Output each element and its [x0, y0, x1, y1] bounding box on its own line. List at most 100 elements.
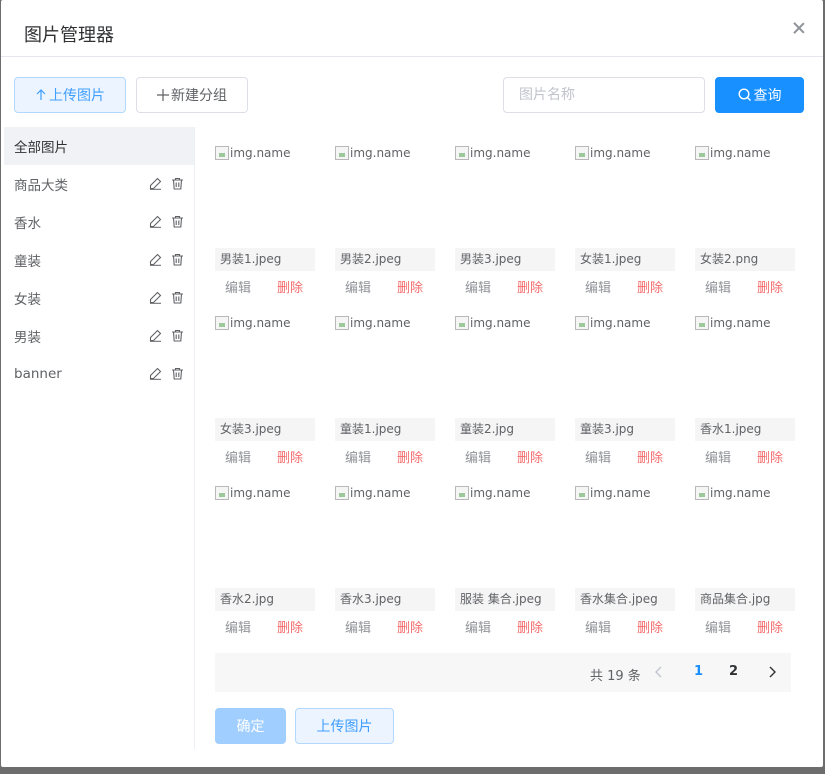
image-card[interactable]: img.name 服装 集合.jpeg 编辑 删除	[455, 478, 555, 638]
image-card[interactable]: img.name 香水集合.jpeg 编辑 删除	[575, 478, 675, 638]
close-icon[interactable]	[791, 20, 807, 36]
image-card[interactable]: img.name 男装1.jpeg 编辑 删除	[215, 138, 315, 298]
sidebar-item-all[interactable]: 全部图片	[4, 127, 194, 165]
broken-image-icon	[335, 486, 349, 500]
query-button[interactable]: 查询	[715, 77, 804, 113]
delete-image-link[interactable]: 删除	[277, 277, 303, 296]
image-thumbnail[interactable]: img.name	[455, 146, 531, 160]
image-card[interactable]: img.name 香水3.jpeg 编辑 删除	[335, 478, 435, 638]
new-group-label: 新建分组	[171, 88, 227, 104]
delete-icon[interactable]	[171, 253, 184, 266]
sidebar-item-group[interactable]: 香水	[4, 203, 194, 241]
image-thumbnail[interactable]: img.name	[335, 486, 411, 500]
delete-image-link[interactable]: 删除	[277, 447, 303, 466]
chevron-left-icon[interactable]	[651, 664, 667, 680]
delete-image-link[interactable]: 删除	[637, 277, 663, 296]
edit-image-link[interactable]: 编辑	[225, 447, 251, 466]
edit-icon[interactable]	[149, 329, 162, 342]
image-card[interactable]: img.name 女装1.jpeg 编辑 删除	[575, 138, 675, 298]
group-actions	[149, 215, 184, 228]
image-alt-text: img.name	[590, 486, 651, 500]
image-thumbnail[interactable]: img.name	[455, 486, 531, 500]
image-thumbnail[interactable]: img.name	[575, 486, 651, 500]
edit-image-link[interactable]: 编辑	[465, 447, 491, 466]
edit-image-link[interactable]: 编辑	[705, 277, 731, 296]
edit-image-link[interactable]: 编辑	[465, 617, 491, 636]
image-alt-text: img.name	[470, 316, 531, 330]
edit-image-link[interactable]: 编辑	[585, 617, 611, 636]
image-card[interactable]: img.name 女装2.png 编辑 删除	[695, 138, 795, 298]
image-card[interactable]: img.name 男装2.jpeg 编辑 删除	[335, 138, 435, 298]
upload-image-button[interactable]: 上传图片	[14, 77, 126, 113]
edit-icon[interactable]	[149, 367, 162, 380]
sidebar-item-group[interactable]: banner	[4, 355, 194, 393]
edit-image-link[interactable]: 编辑	[345, 617, 371, 636]
sidebar-item-group[interactable]: 商品大类	[4, 165, 194, 203]
page-1[interactable]: 1	[694, 664, 703, 679]
image-card[interactable]: img.name 童装2.jpg 编辑 删除	[455, 308, 555, 468]
edit-icon[interactable]	[149, 215, 162, 228]
delete-icon[interactable]	[171, 215, 184, 228]
group-sidebar: 全部图片 商品大类 香水 童装 女装 男装 banner	[4, 127, 195, 749]
sidebar-item-group[interactable]: 女装	[4, 279, 194, 317]
dialog-title: 图片管理器	[24, 25, 114, 46]
delete-image-link[interactable]: 删除	[757, 617, 783, 636]
delete-image-link[interactable]: 删除	[517, 447, 543, 466]
image-card[interactable]: img.name 香水2.jpg 编辑 删除	[215, 478, 315, 638]
image-thumbnail[interactable]: img.name	[455, 316, 531, 330]
image-card[interactable]: img.name 男装3.jpeg 编辑 删除	[455, 138, 555, 298]
edit-image-link[interactable]: 编辑	[345, 447, 371, 466]
image-thumbnail[interactable]: img.name	[335, 146, 411, 160]
broken-image-icon	[575, 316, 589, 330]
delete-image-link[interactable]: 删除	[637, 447, 663, 466]
image-thumbnail[interactable]: img.name	[215, 146, 291, 160]
delete-image-link[interactable]: 删除	[637, 617, 663, 636]
image-thumbnail[interactable]: img.name	[575, 316, 651, 330]
delete-image-link[interactable]: 删除	[397, 277, 423, 296]
delete-image-link[interactable]: 删除	[397, 617, 423, 636]
delete-icon[interactable]	[171, 367, 184, 380]
delete-icon[interactable]	[171, 291, 184, 304]
edit-image-link[interactable]: 编辑	[585, 447, 611, 466]
edit-icon[interactable]	[149, 291, 162, 304]
broken-image-icon	[695, 146, 709, 160]
edit-image-link[interactable]: 编辑	[705, 447, 731, 466]
edit-image-link[interactable]: 编辑	[345, 277, 371, 296]
delete-image-link[interactable]: 删除	[397, 447, 423, 466]
delete-image-link[interactable]: 删除	[757, 277, 783, 296]
image-card[interactable]: img.name 香水1.jpeg 编辑 删除	[695, 308, 795, 468]
delete-image-link[interactable]: 删除	[517, 617, 543, 636]
delete-icon[interactable]	[171, 329, 184, 342]
delete-image-link[interactable]: 删除	[277, 617, 303, 636]
edit-image-link[interactable]: 编辑	[465, 277, 491, 296]
edit-image-link[interactable]: 编辑	[225, 277, 251, 296]
new-group-button[interactable]: 新建分组	[136, 77, 248, 113]
image-card[interactable]: img.name 童装3.jpg 编辑 删除	[575, 308, 675, 468]
edit-icon[interactable]	[149, 253, 162, 266]
image-thumbnail[interactable]: img.name	[575, 146, 651, 160]
image-card[interactable]: img.name 童装1.jpeg 编辑 删除	[335, 308, 435, 468]
edit-icon[interactable]	[149, 177, 162, 190]
sidebar-item-group[interactable]: 男装	[4, 317, 194, 355]
image-thumbnail[interactable]: img.name	[335, 316, 411, 330]
image-name-search-input[interactable]	[503, 77, 705, 113]
footer-upload-button[interactable]: 上传图片	[295, 708, 394, 744]
image-thumbnail[interactable]: img.name	[215, 316, 291, 330]
group-actions	[149, 177, 184, 190]
image-thumbnail[interactable]: img.name	[695, 146, 771, 160]
image-card[interactable]: img.name 女装3.jpeg 编辑 删除	[215, 308, 315, 468]
image-thumbnail[interactable]: img.name	[695, 316, 771, 330]
confirm-button[interactable]: 确定	[215, 708, 286, 744]
image-card[interactable]: img.name 商品集合.jpg 编辑 删除	[695, 478, 795, 638]
edit-image-link[interactable]: 编辑	[705, 617, 731, 636]
edit-image-link[interactable]: 编辑	[585, 277, 611, 296]
delete-icon[interactable]	[171, 177, 184, 190]
delete-image-link[interactable]: 删除	[757, 447, 783, 466]
chevron-right-icon[interactable]	[764, 664, 780, 680]
image-thumbnail[interactable]: img.name	[215, 486, 291, 500]
edit-image-link[interactable]: 编辑	[225, 617, 251, 636]
delete-image-link[interactable]: 删除	[517, 277, 543, 296]
image-thumbnail[interactable]: img.name	[695, 486, 771, 500]
sidebar-item-group[interactable]: 童装	[4, 241, 194, 279]
page-2[interactable]: 2	[729, 664, 738, 679]
